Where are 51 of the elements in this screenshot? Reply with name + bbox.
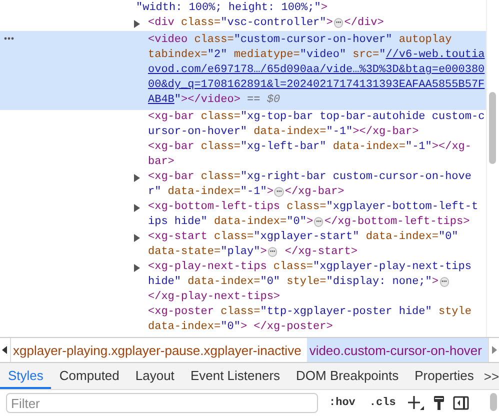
- expand-arrow-icon[interactable]: [134, 264, 140, 272]
- code-line: </xg-play-next-tips>: [148, 290, 282, 305]
- code-line: <xg-bar class="xg-right-bar custom-cursor-on-hove: [148, 170, 472, 185]
- expand-arrow-icon[interactable]: [134, 204, 140, 212]
- breadcrumb[interactable]: video.custom-cursor-on-hover: [307, 338, 488, 362]
- code-line: hide" data-index="0" style="display: none;"> ⋯: [148, 275, 450, 290]
- add-icon[interactable]: [406, 395, 425, 411]
- expand-arrow-icon[interactable]: [134, 234, 140, 242]
- code-line: <xg-bar class="xg-top-bar top-bar-autohide custom-c: [148, 110, 485, 125]
- code-line: <div class="vsc-controller"> ⋯ </div>: [148, 16, 384, 31]
- link[interactable]: //v6-web.toutia: [386, 49, 485, 61]
- code-line: ursor-on-hover" data-index="-1"></xg-bar>: [148, 125, 420, 140]
- scrollbar[interactable]: [490, 393, 497, 411]
- link[interactable]: ovod.com/e697178…/65d090aa/vide…%3D%3D&btag=e000380: [148, 64, 485, 76]
- code-line: bar>: [148, 155, 176, 170]
- link[interactable]: 00&dy_q=1708162891&l=20240217174131393EAFAA5855B57F: [148, 79, 485, 91]
- toggle-button[interactable]: :hov: [326, 397, 358, 409]
- code-line: <xg-poster class="ttp-xgplayer-poster hide" style: [148, 305, 472, 320]
- breadcrumb[interactable]: xgplayer-playing.xgplayer-pause.xgplayer-inactive: [10, 338, 308, 362]
- code-line: ips hide" data-index="0"> ⋯ </xg-bottom-left-tips>: [148, 215, 471, 230]
- code-line: data-state="play"> ⋯ </xg-start>: [148, 245, 358, 260]
- tab[interactable]: DOM Breakpoints: [288, 363, 407, 389]
- code-line: <video class="custom-cursor-on-hover" autoplay: [148, 33, 453, 48]
- code-line: data-index="0"> </xg-poster>: [148, 320, 334, 335]
- scroll-right-button[interactable]: [488, 338, 499, 362]
- caret-right-icon: [492, 346, 496, 354]
- link[interactable]: AB4B: [148, 94, 174, 106]
- tab[interactable]: Computed: [51, 363, 128, 389]
- more-tabs-button[interactable]: >>: [482, 363, 499, 389]
- code-line: <xg-play-next-tips class="xgplayer-play-next-tips: [148, 260, 472, 275]
- code-line: <xg-bottom-left-tips class="xgplayer-bottom-left-t: [148, 200, 478, 215]
- code-line: <xg-start class="xgplayer-start" data-index="0": [148, 230, 458, 245]
- code-line: tabindex="2" mediatype="video" src="//v6-web.toutia: [148, 48, 485, 63]
- caret-left-icon: [2, 346, 8, 354]
- more-options-icon[interactable]: [4, 37, 14, 40]
- code-line: AB4B"></video> == $0: [148, 93, 282, 108]
- filter-field[interactable]: Filter: [6, 393, 318, 413]
- scrollbar[interactable]: [489, 92, 496, 164]
- paint-roller-icon[interactable]: [432, 395, 445, 411]
- tab[interactable]: Event Listeners: [182, 363, 288, 389]
- expand-arrow-icon[interactable]: [134, 174, 140, 182]
- tab[interactable]: Properties: [406, 363, 482, 389]
- code-line: <xg-bar class="xg-left-bar" data-index="-1"></xg-: [148, 140, 472, 155]
- tab[interactable]: Layout: [127, 363, 182, 389]
- expand-arrow-icon[interactable]: [134, 20, 140, 28]
- toggle-button[interactable]: .cls: [366, 397, 399, 409]
- sidebar-toggle-icon[interactable]: [452, 396, 469, 410]
- tab[interactable]: Styles: [0, 363, 52, 389]
- scroll-left-button[interactable]: [0, 338, 11, 362]
- code-line: "width: 100%; height: 100%;">: [136, 1, 328, 16]
- code-line: r" data-index="-1"> ⋯ </xg-bar>: [148, 185, 346, 200]
